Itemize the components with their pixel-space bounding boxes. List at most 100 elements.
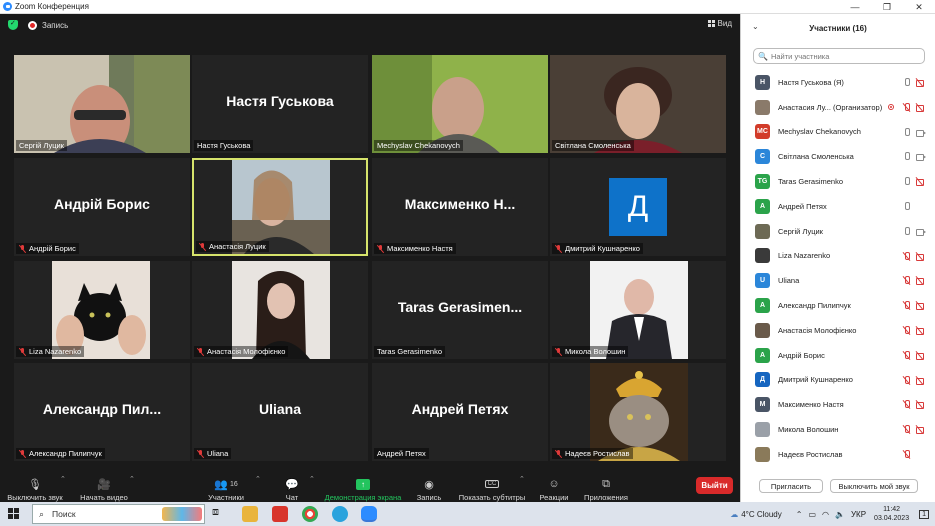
clock[interactable]: 11:42 03.04.2023: [874, 505, 909, 523]
participant-row[interactable]: Н Настя Гуськова (Я): [741, 70, 935, 95]
video-tile[interactable]: Mechyslav Chekanovych: [372, 55, 548, 153]
view-button[interactable]: Вид: [707, 19, 732, 28]
zoom-taskbar-icon[interactable]: [361, 506, 377, 522]
participant-row[interactable]: Микола Волошин: [741, 417, 935, 442]
video-tile[interactable]: Liza Nazarenko: [14, 261, 190, 359]
video-tile[interactable]: Анастасія Молофієнко: [192, 261, 368, 359]
mute-button[interactable]: 🎙 Выключить звук: [6, 472, 64, 503]
language-indicator[interactable]: УКР: [851, 510, 866, 519]
notifications-icon[interactable]: 1: [919, 509, 929, 519]
task-view-icon[interactable]: ⧈: [212, 506, 228, 522]
video-tile[interactable]: Надеєв Ростислав: [550, 363, 726, 461]
app-icon[interactable]: [272, 506, 288, 522]
show-subtitles-button[interactable]: CC Показать субтитры: [458, 472, 526, 502]
video-camera-icon[interactable]: [916, 227, 926, 236]
chat-button[interactable]: 💬 Чат: [280, 472, 304, 503]
mic-muted-icon[interactable]: [902, 325, 911, 335]
participant-row[interactable]: М Максименко Настя: [741, 392, 935, 417]
video-tile-active-speaker[interactable]: Анастасія Луцик: [192, 158, 368, 256]
participant-row[interactable]: TG Taras Gerasimenko: [741, 169, 935, 194]
participant-row[interactable]: Анастасія Молофієнко: [741, 318, 935, 343]
mic-muted-icon[interactable]: [902, 301, 911, 310]
tray-chevron-icon[interactable]: ⌃: [796, 510, 803, 519]
participant-row[interactable]: А Андрей Петях: [741, 194, 935, 219]
participant-row[interactable]: А Александр Пилипчук: [741, 293, 935, 318]
participant-search-input[interactable]: [770, 51, 921, 61]
video-off-icon[interactable]: [916, 177, 925, 187]
video-tile[interactable]: Д Дмитрий Кушнаренко: [550, 158, 726, 256]
participants-button[interactable]: 👥 16 Участники: [206, 472, 246, 503]
participant-row[interactable]: Анастасия Лу... (Организатор): [741, 95, 935, 120]
video-off-icon[interactable]: [916, 425, 925, 435]
video-off-icon[interactable]: [916, 252, 925, 261]
video-tile[interactable]: Настя Гуськова Настя Гуськова: [192, 55, 368, 153]
video-tile[interactable]: Сергій Луцик: [14, 55, 190, 153]
volume-icon[interactable]: 🔈: [835, 510, 845, 519]
leave-button[interactable]: Выйти: [696, 477, 733, 494]
participant-row[interactable]: А Андрій Борис: [741, 343, 935, 368]
chrome-icon[interactable]: [302, 506, 318, 522]
video-off-icon[interactable]: [916, 103, 925, 112]
video-camera-icon[interactable]: [916, 152, 926, 162]
participant-search[interactable]: 🔍: [753, 48, 925, 64]
mic-muted-icon[interactable]: [902, 102, 911, 112]
participant-row[interactable]: Liza Nazarenko: [741, 244, 935, 269]
participant-row[interactable]: С Світлана Смоленська: [741, 144, 935, 169]
mic-muted-icon[interactable]: [902, 276, 911, 285]
video-tile[interactable]: Александр Пил... Александр Пилипчук: [14, 363, 190, 461]
participants-options-chevron-icon[interactable]: ⌃: [255, 475, 261, 483]
apps-button[interactable]: ⧉ Приложения: [582, 472, 630, 503]
video-tile[interactable]: Андрій Борис Андрій Борис: [14, 158, 190, 256]
telegram-icon[interactable]: [332, 506, 348, 522]
close-button[interactable]: ✕: [903, 0, 935, 14]
mic-muted-icon[interactable]: [902, 375, 911, 385]
video-tile[interactable]: Uliana Uliana: [192, 363, 368, 461]
file-explorer-icon[interactable]: [242, 506, 258, 522]
mute-me-button[interactable]: Выключить мой звук: [830, 479, 918, 493]
participant-row[interactable]: Сергій Луцик: [741, 219, 935, 244]
participant-row[interactable]: Д Дмитрий Кушнаренко: [741, 368, 935, 393]
mic-muted-icon[interactable]: [902, 400, 911, 409]
video-tile[interactable]: Максименко Н... Максименко Настя: [372, 158, 548, 256]
microphone-icon[interactable]: [902, 78, 911, 87]
mic-muted-icon[interactable]: [902, 425, 911, 434]
participant-row[interactable]: Надеєв Ростислав: [741, 442, 935, 467]
video-tile[interactable]: Микола Волошин: [550, 261, 726, 359]
video-tile[interactable]: Taras Gerasimen... Taras Gerasimenko: [372, 261, 548, 359]
microphone-icon[interactable]: [902, 177, 911, 186]
video-off-icon[interactable]: [916, 326, 925, 335]
video-tile[interactable]: Андрей Петях Андрей Петях: [372, 363, 548, 461]
mic-muted-icon[interactable]: [902, 251, 911, 261]
wifi-icon[interactable]: ◠: [822, 510, 829, 519]
subtitles-options-chevron-icon[interactable]: ⌃: [519, 475, 525, 483]
video-off-icon[interactable]: [916, 78, 925, 87]
video-camera-icon[interactable]: [916, 128, 926, 137]
chat-options-chevron-icon[interactable]: ⌃: [309, 475, 315, 483]
microphone-icon[interactable]: [902, 127, 911, 137]
microphone-icon[interactable]: [902, 201, 911, 211]
video-options-chevron-icon[interactable]: ⌃: [129, 475, 135, 483]
audio-options-chevron-icon[interactable]: ⌃: [60, 475, 66, 483]
video-off-icon[interactable]: [916, 276, 925, 286]
invite-button[interactable]: Пригласить: [759, 479, 823, 493]
mic-muted-icon[interactable]: [902, 350, 911, 360]
video-off-icon[interactable]: [916, 400, 925, 410]
video-off-icon[interactable]: [916, 301, 925, 311]
share-screen-button[interactable]: ↑ Демонстрация экрана: [323, 472, 403, 502]
microphone-icon[interactable]: [902, 226, 911, 236]
windows-start-icon[interactable]: [8, 508, 19, 519]
record-button[interactable]: ◉ Запись: [415, 472, 443, 503]
security-shield-icon[interactable]: [8, 19, 18, 30]
minimize-button[interactable]: —: [839, 0, 871, 14]
participant-row[interactable]: MC Mechyslav Chekanovych: [741, 120, 935, 145]
maximize-button[interactable]: ❐: [871, 0, 903, 14]
start-video-button[interactable]: 🎥 Начать видео: [79, 472, 129, 503]
video-off-icon[interactable]: [916, 376, 925, 385]
video-off-icon[interactable]: [916, 351, 925, 360]
reactions-button[interactable]: ☺ Реакции: [538, 472, 570, 502]
video-tile[interactable]: Світлана Смоленська: [550, 55, 726, 153]
mic-muted-icon[interactable]: [902, 449, 911, 459]
microphone-icon[interactable]: [902, 152, 911, 161]
battery-icon[interactable]: ▭: [808, 510, 816, 519]
taskbar-search[interactable]: ⌕ Поиск: [32, 504, 205, 524]
